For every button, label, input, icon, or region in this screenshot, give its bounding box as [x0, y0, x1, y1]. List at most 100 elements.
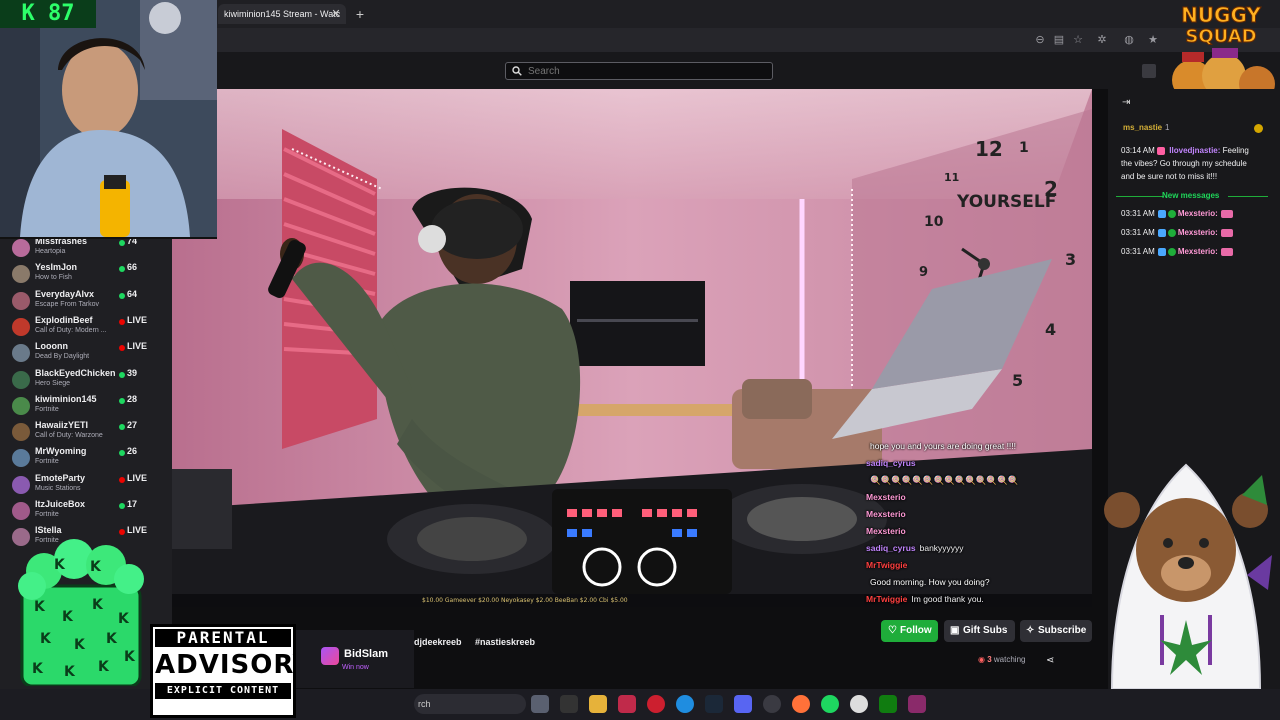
channel-name: MrWyoming [35, 446, 87, 457]
viewer-count: 28 [127, 393, 138, 404]
tag-1[interactable]: djdeekreeb [414, 637, 462, 647]
sidebar-channel-item[interactable]: BlackEyedChicken Hero Siege 39 [0, 367, 172, 393]
share-icon[interactable]: ⋖ [1046, 655, 1054, 666]
discord-icon[interactable] [734, 695, 752, 713]
app-icon[interactable] [618, 695, 636, 713]
verified-icon [1167, 247, 1176, 256]
task-view-icon[interactable] [531, 695, 549, 713]
bidslam-ad[interactable]: BidSlam Win now [296, 630, 414, 688]
viewer-count: LIVE [127, 341, 148, 352]
collapse-chat-icon[interactable]: ⇥ [1122, 98, 1132, 108]
taskbar-search[interactable]: rch [414, 694, 526, 714]
chat-message: 03:31 AM Mexsterio: [1121, 209, 1235, 218]
channel-name: BlackEyedChicken [35, 367, 116, 378]
overlay-chat-user: sadiq_cyrus [866, 458, 916, 468]
channel-game: Call of Duty: Warzone [35, 432, 103, 440]
tag-2[interactable]: #nastieskreeb [475, 637, 535, 647]
file-explorer-icon[interactable] [589, 695, 607, 713]
avatar [12, 239, 30, 257]
xbox-icon[interactable] [879, 695, 897, 713]
advisory-line-3: EXPLICIT CONTENT [155, 683, 291, 699]
pin-icon[interactable] [1254, 124, 1263, 133]
follow-button[interactable]: ♡ Follow [881, 620, 938, 642]
new-tab-button[interactable]: + [352, 4, 368, 24]
clock-9: 9 [919, 265, 928, 280]
steam-icon[interactable] [705, 695, 723, 713]
message-time: 03:31 AM [1121, 247, 1155, 256]
streamer-webcam [0, 0, 217, 239]
avatar [12, 423, 30, 442]
clock-10: 10 [924, 214, 944, 230]
message-user[interactable]: Mexsterio: [1178, 209, 1218, 218]
layout-icon[interactable] [1142, 64, 1156, 78]
sidebar-channel-item[interactable]: MrWyoming Fortnite 26 [0, 445, 172, 471]
channel-name: kiwiminion145 [35, 393, 97, 404]
avatar [12, 291, 30, 310]
sidebar-channel-item[interactable]: EmoteParty Music Stations LIVE [0, 472, 172, 498]
bookmark-star-icon[interactable]: ☆ [1071, 33, 1085, 47]
message-time: 03:31 AM [1121, 228, 1155, 237]
spotify-icon[interactable] [821, 695, 839, 713]
emote-icon [1220, 209, 1233, 218]
message-user[interactable]: Mexsterio: [1178, 228, 1218, 237]
channel-name: Looonn [35, 341, 68, 352]
svg-text:K: K [32, 661, 44, 677]
badge-icon [1157, 247, 1166, 256]
overlay-chat-user: sadiq_cyrus [866, 543, 916, 553]
search-input[interactable] [505, 62, 773, 80]
channel-game: Music Stations [35, 484, 81, 492]
app-icon[interactable] [908, 695, 926, 713]
obs-icon[interactable] [850, 695, 868, 713]
overlay-chat-line: sadiq_cyrus bankyyyyyy [866, 543, 964, 553]
bookmarks-icon[interactable]: ★ [1146, 33, 1160, 47]
app-icon[interactable] [560, 695, 578, 713]
svg-text:K: K [62, 609, 74, 625]
avatar [12, 317, 30, 336]
sidebar-channel-item[interactable]: ExplodinBeef Call of Duty: Modern ... LIVE [0, 314, 172, 340]
close-tab-icon[interactable]: ✕ [328, 4, 344, 24]
sidebar-channel-item[interactable]: Looonn Dead By Daylight LIVE [0, 340, 172, 366]
popcorn-overlay: KKKK KKK KKKK KK [14, 531, 148, 688]
sidebar-channel-item[interactable]: EverydayAlvx Escape From Tarkov 64 [0, 288, 172, 314]
firefox-icon[interactable] [792, 695, 810, 713]
sidebar-channel-item[interactable]: HawaiizYETI Call of Duty: Warzone 27 [0, 419, 172, 445]
message-user[interactable]: Mexsterio: [1178, 247, 1218, 256]
opera-icon[interactable] [647, 695, 665, 713]
profile-icon[interactable]: ◍ [1122, 33, 1136, 47]
sidebar-channel-item[interactable]: kiwiminion145 Fortnite 28 [0, 393, 172, 419]
advisory-line-2: ADVISORY [155, 647, 312, 683]
chat-message: 03:31 AM Mexsterio: [1121, 228, 1235, 237]
pinned-user[interactable]: ms_nastie [1123, 123, 1162, 132]
live-dot-icon [119, 371, 125, 378]
sidebar-channel-item[interactable]: YesImJon How to Fish 66 [0, 261, 172, 287]
viewer-count: 27 [127, 420, 138, 431]
svg-text:K: K [92, 597, 104, 613]
channel-game: Dead By Daylight [35, 353, 90, 361]
svg-text:K: K [90, 559, 102, 575]
overlay-chat-user: MrTwiggie [866, 594, 908, 604]
message-text: Feeling [1222, 146, 1249, 155]
viewer-count: LIVE [127, 314, 148, 325]
overlay-chat-text: Good morning. How you doing? [870, 577, 990, 587]
svg-text:K: K [40, 631, 52, 647]
overlay-chat-line: Mexsterio [866, 509, 910, 519]
browser-tab[interactable]: kiwiminion145 Stream - Watc [218, 4, 346, 24]
new-messages-label: New messages [1162, 191, 1220, 200]
parental-advisory-logo: PARENTAL ADVISORY EXPLICIT CONTENT [150, 624, 312, 718]
zoom-icon[interactable]: ⊖ [1033, 33, 1047, 47]
edge-icon[interactable] [676, 695, 694, 713]
live-dot-icon [119, 424, 125, 431]
subscribe-button[interactable]: ✧ Subscribe [1020, 620, 1092, 642]
extensions-icon[interactable]: ✲ [1095, 33, 1109, 47]
avatar [12, 370, 30, 389]
follow-label: Follow [900, 625, 932, 636]
channel-name: EmoteParty [35, 472, 86, 483]
svg-text:K: K [106, 631, 118, 647]
clock-4: 4 [1045, 320, 1056, 339]
sidebar-channel-item[interactable]: ItzJuiceBox Fortnite 17 [0, 498, 172, 524]
app-icon[interactable] [763, 695, 781, 713]
gift-label: Gift Subs [963, 625, 1008, 636]
reader-icon[interactable]: ▤ [1052, 33, 1066, 47]
gift-subs-button[interactable]: ▣ Gift Subs [944, 620, 1015, 642]
message-user[interactable]: Ilovedjnastie: [1169, 146, 1220, 155]
